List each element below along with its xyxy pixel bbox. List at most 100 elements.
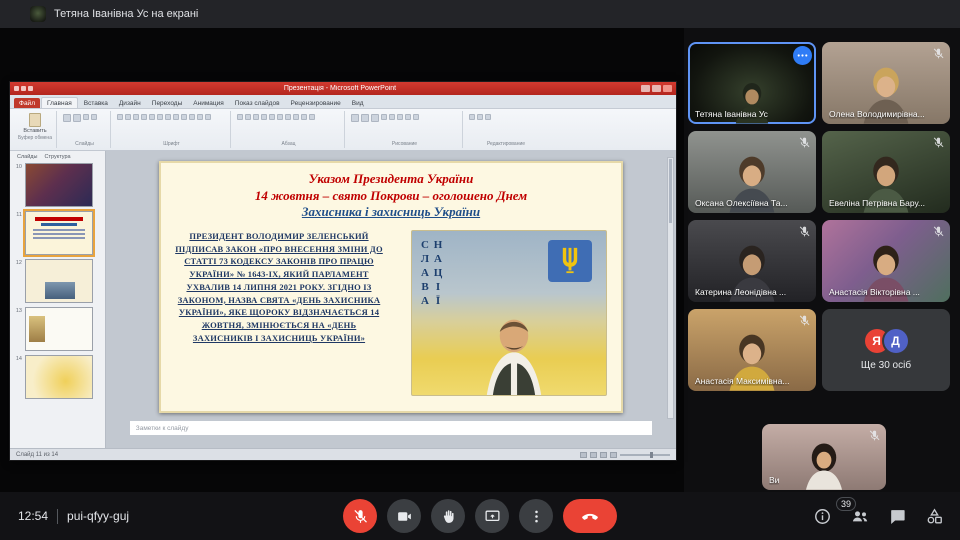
trident-shield: [548, 240, 592, 282]
self-label: Ви: [769, 475, 779, 485]
ribbon: Вставить Буфер обмена Слайды Шрифт Абзац…: [10, 109, 676, 151]
ribbon-icons: [117, 112, 226, 141]
participant-tile-oksana[interactable]: Оксана Олексіївна Та...: [688, 131, 816, 213]
participant-name: Анастасія Максимівна...: [695, 376, 789, 386]
slide-number: 11: [13, 211, 22, 218]
self-video: [762, 437, 886, 490]
meeting-code: pui-qfyy-guj: [67, 509, 129, 523]
slide-scrollbar: [667, 157, 674, 419]
chat-button[interactable]: [888, 507, 907, 526]
ribbon-tab-animations: Анимация: [188, 98, 229, 108]
cossack-figure: [456, 285, 572, 396]
slava-natsii-text: СЛАВА НАЦІЇ: [418, 239, 444, 389]
self-tile[interactable]: Ви: [762, 424, 886, 490]
powerpoint-window-title: Презентація - Microsoft PowerPoint: [39, 85, 641, 92]
quick-access-toolbar: [14, 86, 33, 91]
more-options-button[interactable]: [519, 499, 553, 533]
ribbon-group-label: Шрифт: [117, 141, 226, 147]
mic-muted-icon: [798, 136, 811, 149]
view-sorter-icon: [590, 452, 597, 458]
presenter-avatar: [30, 6, 46, 22]
mic-button[interactable]: [343, 499, 377, 533]
ribbon-group-drawing: Рисование: [347, 111, 463, 148]
slides-panel: Слайды Структура 10 11 12: [10, 151, 106, 448]
ribbon-group-editing: Редактирование: [465, 111, 547, 148]
slide-number: 14: [13, 355, 22, 362]
participant-tile-anastasiia-m[interactable]: Анастасія Максимівна...: [688, 309, 816, 391]
hand-icon: [440, 508, 457, 525]
ribbon-tab-slideshow: Показ слайдов: [230, 98, 285, 108]
ribbon-tab-transitions: Переходы: [147, 98, 188, 108]
overflow-avatars: Я Д: [865, 329, 908, 353]
slide-title-line2: 14 жовтня – свято Покрови – оголошено Дн…: [175, 188, 607, 205]
panel-tab-slides: Слайды: [17, 154, 37, 160]
info-button[interactable]: [813, 507, 832, 526]
divider: [57, 509, 58, 524]
bottom-bar: 12:54 pui-qfyy-guj: [0, 492, 960, 540]
participant-count-badge: 39: [836, 497, 856, 511]
presenting-banner: Тетяна Іванівна Ус на екрані: [0, 0, 960, 28]
ribbon-group-label: Слайды: [63, 141, 106, 147]
people-button[interactable]: 39: [850, 506, 870, 526]
participant-name: Анастасія Вікторівна ...: [829, 287, 920, 297]
ribbon-tab-home: Главная: [41, 97, 78, 108]
slide-thumbnail-row: 10: [12, 163, 103, 207]
mic-muted-icon: [932, 225, 945, 238]
participant-name: Катерина Леонідівна ...: [695, 287, 786, 297]
raise-hand-button[interactable]: [431, 499, 465, 533]
present-screen-icon: [484, 508, 501, 525]
powerpoint-window: Презентація - Microsoft PowerPoint Файл …: [10, 82, 676, 460]
slide-thumbnail: [25, 163, 93, 207]
participant-tile-evelina[interactable]: Евеліна Петрівна Бару...: [822, 131, 950, 213]
more-horizontal-icon: [796, 49, 809, 62]
minimize-button: [641, 85, 650, 92]
status-view-zoom: [580, 452, 670, 458]
ribbon-group-label: Редактирование: [469, 141, 543, 147]
panel-tab-outline: Структура: [44, 154, 70, 160]
ribbon-group-label: Буфер обмена: [18, 135, 52, 141]
end-call-button[interactable]: [563, 499, 617, 533]
participant-tile-olena[interactable]: Олена Володимирівна...: [822, 42, 950, 124]
participant-tile-tetyana[interactable]: Тетяна Іванівна Ус: [688, 42, 816, 124]
ribbon-group-font: Шрифт: [113, 111, 231, 148]
activities-button[interactable]: [925, 507, 944, 526]
ribbon-icons: [351, 112, 458, 141]
window-controls: [641, 85, 672, 92]
ribbon-icons: [469, 112, 543, 141]
slide-title-line3: Захисника і захисниць України: [175, 204, 607, 221]
ribbon-group-paragraph: Абзац: [233, 111, 345, 148]
paste-button: Вставить: [18, 112, 52, 135]
slide-title: Указом Президента України 14 жовтня – св…: [175, 171, 607, 221]
ribbon-group-label: Рисование: [351, 141, 458, 147]
more-participants-tile[interactable]: Я Д Ще 30 осіб: [822, 309, 950, 391]
powerpoint-status-bar: Слайд 11 из 14: [10, 448, 676, 460]
activities-icon: [925, 507, 944, 526]
close-button: [663, 85, 672, 92]
slide-thumbnail: [25, 355, 93, 399]
ribbon-tab-bar: Файл Главная Вставка Дизайн Переходы Ани…: [10, 95, 676, 109]
participant-tile-kateryna[interactable]: Катерина Леонідівна ...: [688, 220, 816, 302]
powerpoint-titlebar: Презентація - Microsoft PowerPoint: [10, 82, 676, 95]
info-icon: [813, 507, 832, 526]
participant-name: Евеліна Петрівна Бару...: [829, 198, 925, 208]
camera-button[interactable]: [387, 499, 421, 533]
participant-name: Тетяна Іванівна Ус: [695, 109, 768, 119]
notes-area: Заметки к слайду: [129, 420, 653, 436]
mic-muted-icon: [798, 225, 811, 238]
tile-menu-button[interactable]: [793, 46, 812, 65]
view-reading-icon: [600, 452, 607, 458]
powerpoint-workspace: Слайды Структура 10 11 12: [10, 151, 676, 448]
slide-thumbnail-row: 12: [12, 259, 103, 303]
participant-tile-anastasiia-v[interactable]: Анастасія Вікторівна ...: [822, 220, 950, 302]
screenshare-stage[interactable]: Презентація - Microsoft PowerPoint Файл …: [0, 28, 684, 492]
slide-canvas: Указом Президента України 14 жовтня – св…: [159, 161, 623, 413]
slide-number: 10: [13, 163, 22, 170]
slide-thumbnail-row: 11: [12, 211, 103, 255]
ribbon-tab-design: Дизайн: [114, 98, 146, 108]
ribbon-tab-review: Рецензирование: [286, 98, 346, 108]
present-button[interactable]: [475, 499, 509, 533]
clock: 12:54: [18, 509, 48, 523]
ribbon-tab-insert: Вставка: [79, 98, 113, 108]
mic-off-icon: [352, 508, 369, 525]
paste-icon: [29, 113, 41, 127]
